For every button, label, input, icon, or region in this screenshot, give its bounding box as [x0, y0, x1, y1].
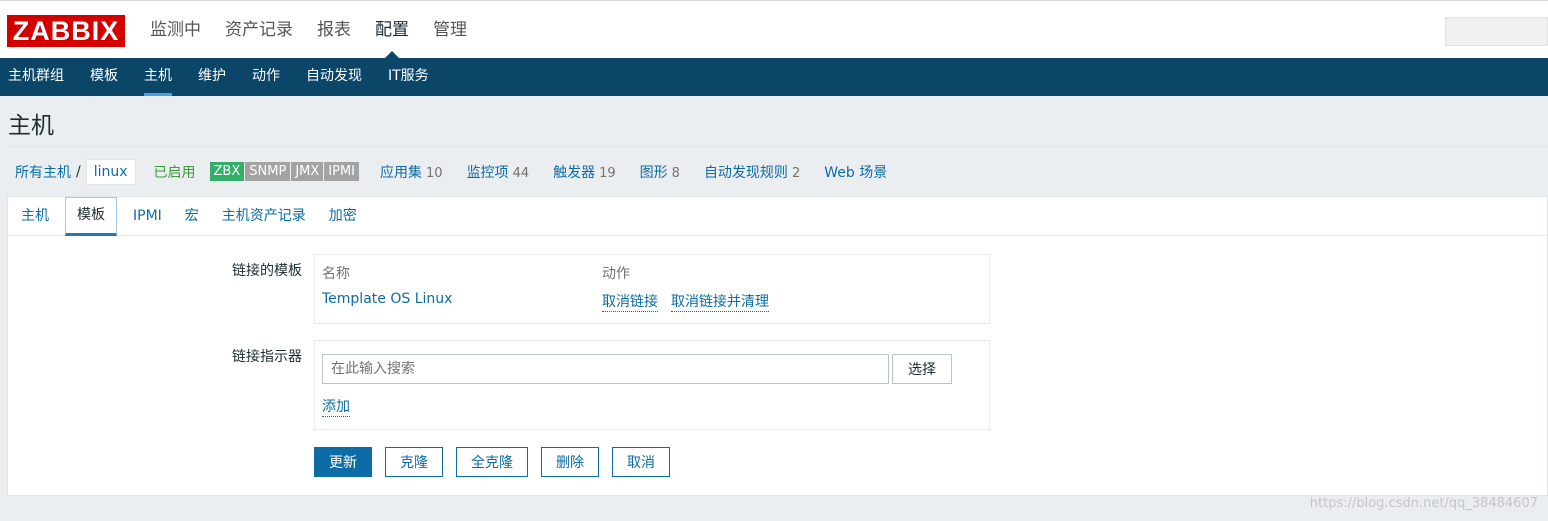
badge-snmp: SNMP — [245, 162, 291, 181]
breadcrumb-separator: / — [76, 163, 81, 180]
col-action-header: 动作 — [602, 266, 630, 282]
sub-nav-templates[interactable]: 模板 — [90, 58, 118, 96]
discovery-rules-count: 2 — [791, 165, 801, 181]
tab-host[interactable]: 主机 — [14, 197, 56, 236]
badge-zbx: ZBX — [209, 162, 245, 181]
add-template-link[interactable]: 添加 — [322, 396, 350, 417]
triggers-label[interactable]: 触发器 — [553, 165, 595, 181]
graphs-count: 8 — [671, 165, 680, 181]
sub-nav-discovery[interactable]: 自动发现 — [306, 58, 362, 96]
unlink-and-clear-button[interactable]: 取消链接并清理 — [671, 291, 769, 312]
watermark: https://blog.csdn.net/qq_38484607 — [1309, 496, 1538, 511]
sub-nav-it-services[interactable]: IT服务 — [388, 58, 429, 96]
select-template-button[interactable]: 选择 — [892, 354, 952, 384]
tab-inventory[interactable]: 主机资产记录 — [215, 197, 313, 236]
main-nav-administration[interactable]: 管理 — [433, 1, 467, 59]
sub-nav: 主机群组 模板 主机 维护 动作 自动发现 IT服务 — [0, 58, 1548, 96]
applications-label[interactable]: 应用集 — [380, 165, 422, 181]
full-clone-button[interactable]: 全克隆 — [456, 447, 528, 477]
tab-ipmi[interactable]: IPMI — [126, 197, 169, 236]
link-new-templates-label: 链接指示器 — [232, 349, 302, 365]
web-scenarios-label[interactable]: Web 场景 — [824, 165, 887, 181]
main-nav-reports[interactable]: 报表 — [317, 1, 351, 59]
main-nav-monitoring[interactable]: 监测中 — [150, 1, 201, 59]
update-button[interactable]: 更新 — [314, 447, 372, 477]
unlink-button[interactable]: 取消链接 — [602, 291, 658, 312]
link-new-templates-box: 选择 添加 — [314, 340, 990, 430]
availability-badges: ZBX SNMP JMX IPMI — [209, 162, 360, 181]
cancel-button[interactable]: 取消 — [612, 447, 670, 477]
all-hosts-link[interactable]: 所有主机 — [15, 162, 71, 182]
triggers-count: 19 — [599, 165, 616, 181]
items-label[interactable]: 监控项 — [467, 165, 509, 181]
top-bar: ZABBIX 监测中 资产记录 报表 配置 管理 — [0, 0, 1548, 59]
template-search-input[interactable] — [322, 354, 889, 384]
main-nav-configuration[interactable]: 配置 — [375, 1, 409, 59]
delete-button[interactable]: 删除 — [541, 447, 599, 477]
applications-link[interactable]: 应用集 10 — [380, 162, 443, 182]
global-search-input[interactable] — [1445, 17, 1548, 46]
web-scenarios-link[interactable]: Web 场景 — [824, 162, 887, 182]
items-link[interactable]: 监控项 44 — [467, 162, 530, 182]
form-tabs: 主机 模板 IPMI 宏 主机资产记录 加密 — [8, 197, 1547, 236]
zabbix-logo[interactable]: ZABBIX — [7, 15, 125, 47]
tab-encryption[interactable]: 加密 — [322, 197, 364, 236]
applications-count: 10 — [426, 165, 443, 181]
host-form-panel: 主机 模板 IPMI 宏 主机资产记录 加密 链接的模板 名称 动作 Templ… — [7, 196, 1548, 496]
tab-macros[interactable]: 宏 — [178, 197, 206, 236]
linked-templates-table: 名称 动作 Template OS Linux 取消链接 取消链接并清理 — [314, 254, 990, 324]
badge-jmx: JMX — [291, 162, 324, 181]
tab-templates[interactable]: 模板 — [65, 197, 117, 236]
linked-templates-label: 链接的模板 — [232, 263, 302, 279]
discovery-rules-label[interactable]: 自动发现规则 — [704, 165, 788, 181]
template-name-link[interactable]: Template OS Linux — [322, 291, 452, 307]
items-count: 44 — [512, 165, 530, 181]
triggers-link[interactable]: 触发器 19 — [553, 162, 616, 182]
graphs-label[interactable]: 图形 — [640, 165, 668, 181]
graphs-link[interactable]: 图形 8 — [640, 162, 680, 182]
main-nav: 监测中 资产记录 报表 配置 管理 — [150, 1, 491, 59]
sub-nav-host-groups[interactable]: 主机群组 — [8, 58, 64, 96]
sub-nav-actions[interactable]: 动作 — [252, 58, 280, 96]
sub-nav-hosts[interactable]: 主机 — [144, 58, 172, 96]
badge-ipmi: IPMI — [324, 162, 360, 181]
sub-nav-maintenance[interactable]: 维护 — [198, 58, 226, 96]
page-title: 主机 — [8, 113, 54, 139]
main-nav-inventory[interactable]: 资产记录 — [225, 1, 293, 59]
col-name-header: 名称 — [322, 266, 350, 282]
clone-button[interactable]: 克隆 — [385, 447, 443, 477]
host-name-link[interactable]: linux — [85, 158, 136, 185]
host-breadcrumb: 所有主机 / linux 已启用 ZBX SNMP JMX IPMI 应用集 10… — [8, 146, 1548, 196]
discovery-rules-link[interactable]: 自动发现规则 2 — [704, 162, 800, 182]
form-actions: 更新 克隆 全克隆 删除 取消 — [314, 447, 683, 477]
host-status-enabled[interactable]: 已启用 — [154, 162, 196, 182]
